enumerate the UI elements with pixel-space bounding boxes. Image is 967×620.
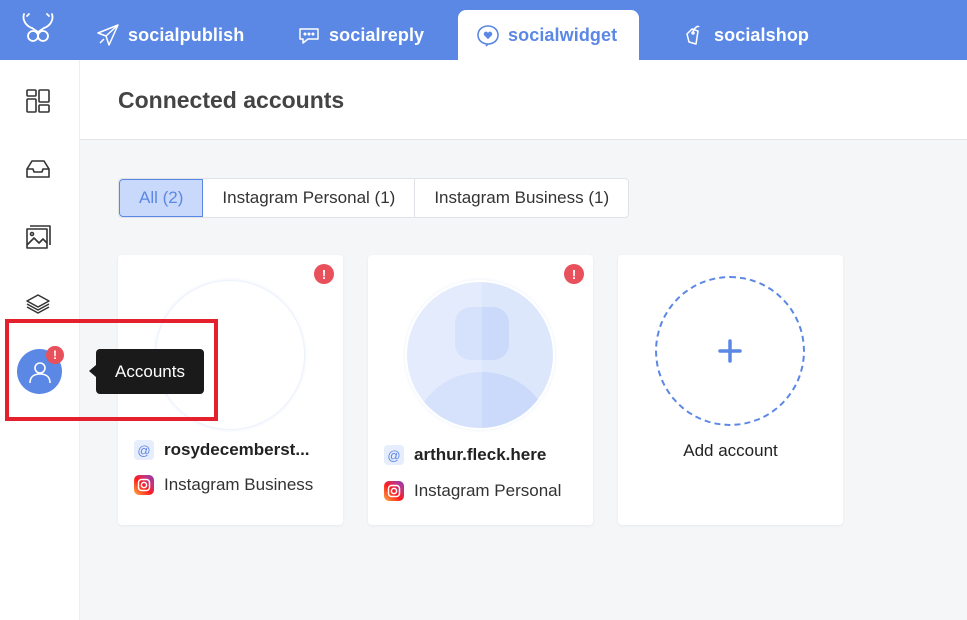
add-account-label: Add account	[683, 441, 778, 460]
tab-socialwidget[interactable]: socialwidget	[458, 10, 639, 60]
accounts-tooltip: Accounts	[89, 349, 204, 394]
tab-socialshop[interactable]: socialshop	[664, 10, 827, 60]
accounts-alert-badge: !	[46, 346, 64, 364]
add-account-card[interactable]: Add account	[618, 255, 843, 525]
heart-bubble-icon	[477, 25, 499, 47]
sidebar-item-media[interactable]	[24, 223, 52, 251]
tab-label: socialreply	[329, 24, 425, 45]
account-handle: rosydecemberst...	[164, 440, 310, 459]
page-header: Connected accounts	[80, 60, 967, 140]
tab-label: socialpublish	[128, 24, 245, 45]
account-type: Instagram Business	[164, 475, 314, 494]
sidebar-item-dashboard[interactable]	[24, 87, 52, 115]
account-handle-row: @ rosydecemberst...	[134, 440, 310, 460]
filter-instagram-business[interactable]: Instagram Business (1)	[415, 179, 628, 217]
top-navigation-bar: socialpublish socialreply socialwidget s…	[0, 0, 967, 60]
tab-label: socialshop	[714, 24, 810, 45]
alert-icon[interactable]: !	[564, 264, 584, 284]
account-filter-tabs: All (2) Instagram Personal (1) Instagram…	[118, 178, 630, 218]
tab-socialpublish[interactable]: socialpublish	[78, 10, 262, 60]
inbox-tray-icon	[26, 160, 50, 178]
account-handle-row: @ arthur.fleck.here	[384, 445, 546, 465]
paper-plane-icon	[97, 24, 119, 46]
at-icon: @	[384, 445, 404, 465]
account-type-row: Instagram Personal	[384, 481, 561, 501]
sidebar-item-layers[interactable]	[24, 290, 52, 318]
add-account-button[interactable]	[655, 276, 805, 426]
filter-all[interactable]: All (2)	[119, 179, 204, 217]
antler-logo-icon[interactable]	[18, 10, 58, 46]
default-avatar-icon	[407, 282, 553, 428]
chat-bubble-icon	[299, 28, 319, 44]
account-avatar	[405, 280, 555, 430]
alert-icon[interactable]: !	[314, 264, 334, 284]
account-handle: arthur.fleck.here	[414, 445, 547, 464]
plus-icon	[718, 339, 742, 363]
dashboard-grid-icon	[26, 89, 50, 113]
layers-icon	[26, 294, 50, 314]
at-icon: @	[134, 440, 154, 460]
price-tag-icon	[686, 25, 700, 45]
tab-socialreply[interactable]: socialreply	[279, 10, 442, 60]
instagram-icon	[134, 475, 154, 495]
sidebar	[0, 60, 80, 620]
tab-label: socialwidget	[508, 24, 618, 45]
image-gallery-icon	[26, 225, 51, 249]
account-type-row: Instagram Business	[134, 475, 313, 495]
filter-instagram-personal[interactable]: Instagram Personal (1)	[203, 179, 416, 217]
account-card[interactable]: ! @ arthur.fleck.here Instagram Personal	[368, 255, 593, 525]
page-title: Connected accounts	[118, 87, 345, 113]
sidebar-item-inbox[interactable]	[24, 155, 52, 183]
instagram-icon	[384, 481, 404, 501]
account-type: Instagram Personal	[414, 481, 562, 500]
